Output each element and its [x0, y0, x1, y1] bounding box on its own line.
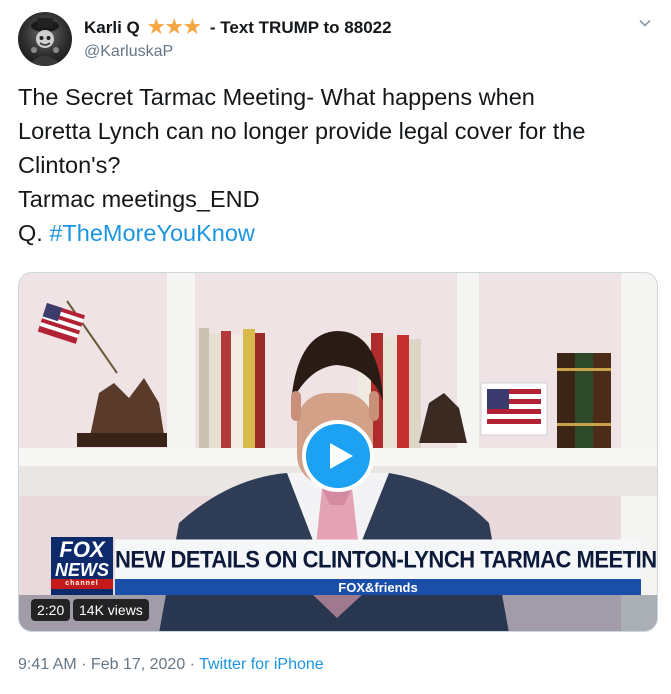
- author-handle[interactable]: @KarluskaP: [84, 43, 392, 61]
- chevron-down-icon[interactable]: [638, 16, 652, 30]
- fox-news-logo: FOX NEWS channel: [51, 537, 113, 595]
- author-display-name[interactable]: Karli Q ★★★ - Text TRUMP to 88022: [84, 16, 392, 39]
- logo-channel-text: channel: [51, 579, 113, 589]
- chyron-subtitle: FOX&friends: [338, 580, 418, 595]
- tweet-header: Karli Q ★★★ - Text TRUMP to 88022 @Karlu…: [18, 12, 658, 68]
- tweet-meta: 9:41 AM · Feb 17, 2020 · Twitter for iPh…: [18, 656, 324, 674]
- author-name-suffix: - Text TRUMP to 88022: [209, 17, 392, 37]
- tweet-source-link[interactable]: Twitter for iPhone: [199, 656, 324, 673]
- tweet-text-line: Loretta Lynch can no longer provide lega…: [18, 118, 586, 144]
- logo-bottom-text: NEWS: [55, 560, 109, 580]
- video-views-badge: 14K views: [73, 599, 149, 621]
- tweet-text-line: Q. #TheMoreYouKnow: [18, 216, 658, 250]
- tweet-time[interactable]: 9:41 AM: [18, 656, 77, 673]
- tweet-date[interactable]: Feb 17, 2020: [91, 656, 185, 673]
- tweet-card: Karli Q ★★★ - Text TRUMP to 88022 @Karlu…: [0, 0, 671, 694]
- meta-separator: ·: [76, 656, 91, 673]
- tweet-text: The Secret Tarmac Meeting- What happens …: [18, 80, 658, 250]
- play-button[interactable]: [302, 420, 374, 492]
- tweet-text-prefix: Q.: [18, 220, 50, 246]
- author-names: Karli Q ★★★ - Text TRUMP to 88022 @Karlu…: [84, 16, 392, 61]
- hashtag-link[interactable]: #TheMoreYouKnow: [49, 220, 255, 246]
- tweet-text-line: Clinton's?: [18, 152, 121, 178]
- tweet-text-line: Tarmac meetings_END: [18, 186, 260, 212]
- star-icons: ★★★: [147, 17, 202, 38]
- avatar[interactable]: [18, 12, 72, 66]
- logo-top-text: FOX: [59, 537, 105, 562]
- meta-separator: ·: [185, 656, 200, 673]
- chyron-headline: NEW DETAILS ON CLINTON-LYNCH TARMAC MEET…: [115, 539, 657, 581]
- chyron-subbar: FOX&friends: [115, 579, 641, 595]
- avatar-image: [28, 18, 62, 66]
- author-name: Karli Q: [84, 17, 140, 37]
- play-icon: [330, 443, 353, 469]
- video-duration-badge: 2:20: [31, 599, 71, 621]
- tweet-text-line: The Secret Tarmac Meeting- What happens …: [18, 84, 535, 110]
- news-chyron: FOX NEWS channel NEW DETAILS ON CLINTON-…: [51, 537, 657, 595]
- video-player[interactable]: FOX NEWS channel NEW DETAILS ON CLINTON-…: [18, 272, 658, 632]
